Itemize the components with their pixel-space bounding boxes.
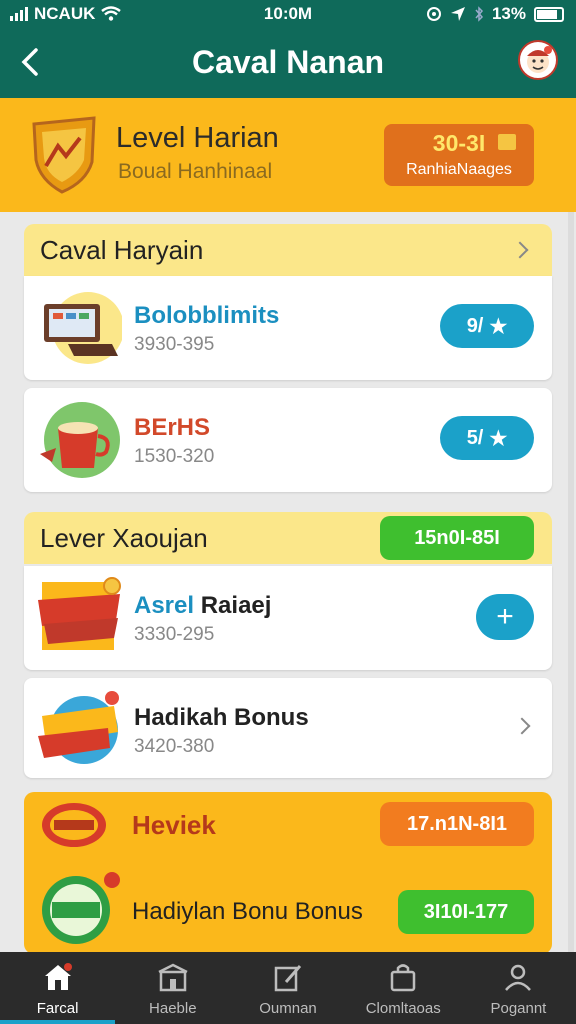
tab-profile[interactable]: Pogannt bbox=[461, 952, 576, 1024]
ribbon-icon bbox=[38, 577, 121, 650]
bonus-icon bbox=[42, 872, 120, 944]
mascot-avatar[interactable] bbox=[518, 40, 558, 80]
promo-badge-icon bbox=[42, 803, 106, 847]
plus-icon: + bbox=[496, 600, 514, 633]
star-icon: ★ bbox=[489, 427, 508, 450]
edit-icon bbox=[274, 965, 302, 992]
bonus-badge-button[interactable]: 3I10I-177 bbox=[398, 890, 534, 934]
item-name: Hadiylan Bonu Bonus bbox=[132, 898, 363, 925]
tab-label: Haeble bbox=[149, 1000, 197, 1017]
add-button[interactable]: + bbox=[476, 594, 534, 640]
section-badge[interactable]: 17.n1N-8I1 bbox=[380, 802, 534, 846]
app-header: NCAUK 10:0M 13% Caval Nanan bbox=[0, 0, 576, 98]
bottom-tab-bar: Farcal Haeble Oumnan Clomltaoas Pogannt bbox=[0, 952, 576, 1024]
tab-store[interactable]: Haeble bbox=[115, 952, 230, 1024]
list-item[interactable]: BErHS 1530-320 5/ ★ bbox=[24, 388, 552, 492]
battery-icon bbox=[534, 6, 564, 22]
alarm-icon bbox=[426, 7, 441, 21]
item-range: 3420-380 bbox=[134, 736, 215, 757]
list-item[interactable]: Hadikah Bonus 3420-380 bbox=[24, 678, 552, 778]
item-name: Bolobblimits bbox=[134, 302, 280, 329]
tab-label: Clomltaoas bbox=[365, 1000, 441, 1017]
rating-badge-button[interactable]: 9/ ★ bbox=[440, 304, 534, 348]
person-icon bbox=[505, 964, 532, 991]
section-badge[interactable]: 15n0I-85I bbox=[380, 516, 534, 560]
scrollbar[interactable] bbox=[568, 212, 574, 952]
section-header-lever[interactable]: Lever Xaoujan 15n0I-85I bbox=[24, 512, 552, 564]
location-icon bbox=[450, 7, 465, 21]
shield-icon bbox=[32, 116, 96, 194]
mascot-face-icon bbox=[527, 46, 552, 73]
section-title: Caval Haryain bbox=[40, 235, 204, 265]
bonus-badge-value: 3I10I-177 bbox=[423, 900, 509, 923]
status-bar: NCAUK 10:0M 13% bbox=[0, 0, 576, 28]
tab-label: Farcal bbox=[36, 1000, 79, 1017]
cup-icon bbox=[40, 402, 120, 478]
bluetooth-icon bbox=[475, 6, 483, 22]
laptop-icon bbox=[44, 292, 122, 364]
chevron-right-icon bbox=[513, 717, 531, 735]
level-hero-banner: Level Harian Boual Hanhinaal 30-3I Ranhi… bbox=[0, 98, 576, 212]
list-item[interactable]: Asrel Raiaej 3330-295 + bbox=[24, 566, 552, 670]
section-title: Heviek bbox=[132, 810, 216, 840]
item-name: Asrel Raiaej bbox=[134, 592, 272, 619]
item-name: BErHS bbox=[134, 414, 211, 441]
chevron-right-icon bbox=[511, 241, 529, 259]
item-range: 3330-295 bbox=[134, 624, 215, 645]
bag-icon bbox=[390, 964, 416, 992]
section-badge-value: 17.n1N-8I1 bbox=[406, 812, 508, 835]
section-header-caval[interactable]: Caval Haryain bbox=[24, 224, 552, 276]
rating-badge-button[interactable]: 5/ ★ bbox=[440, 416, 534, 460]
tab-bag[interactable]: Clomltaoas bbox=[346, 952, 461, 1024]
item-name: Hadikah Bonus bbox=[134, 704, 309, 731]
sale-icon bbox=[38, 691, 119, 764]
rating-value: 5/ bbox=[466, 426, 484, 449]
item-range: 1530-320 bbox=[134, 446, 215, 467]
store-icon bbox=[158, 963, 188, 992]
tab-edit[interactable]: Oumnan bbox=[230, 952, 345, 1024]
hero-title: Level Harian bbox=[116, 122, 279, 154]
bonus-section: Heviek 17.n1N-8I1 Hadiylan Bonu Bonus 3I… bbox=[24, 792, 552, 954]
battery-percent: 13% bbox=[491, 4, 526, 23]
list-item[interactable]: Bolobblimits 3930-395 9/ ★ bbox=[24, 276, 552, 380]
page-title: Caval Nanan bbox=[191, 44, 385, 80]
reward-badge-button[interactable]: 30-3I RanhiaNaages bbox=[384, 124, 534, 186]
tab-label: Pogannt bbox=[490, 1000, 547, 1017]
hero-subtitle: Boual Hanhinaal bbox=[118, 160, 273, 183]
star-icon: ★ bbox=[489, 315, 508, 338]
section-title: Lever Xaoujan bbox=[40, 523, 208, 553]
home-icon bbox=[44, 963, 72, 990]
item-range: 3930-395 bbox=[134, 334, 215, 355]
tab-home[interactable]: Farcal bbox=[0, 952, 116, 1024]
rating-value: 9/ bbox=[466, 314, 484, 337]
gift-icon bbox=[498, 134, 516, 150]
reward-badge-label: RanhiaNaages bbox=[406, 161, 512, 178]
tab-label: Oumnan bbox=[259, 1000, 317, 1017]
section-badge-value: 15n0I-85I bbox=[414, 526, 500, 549]
